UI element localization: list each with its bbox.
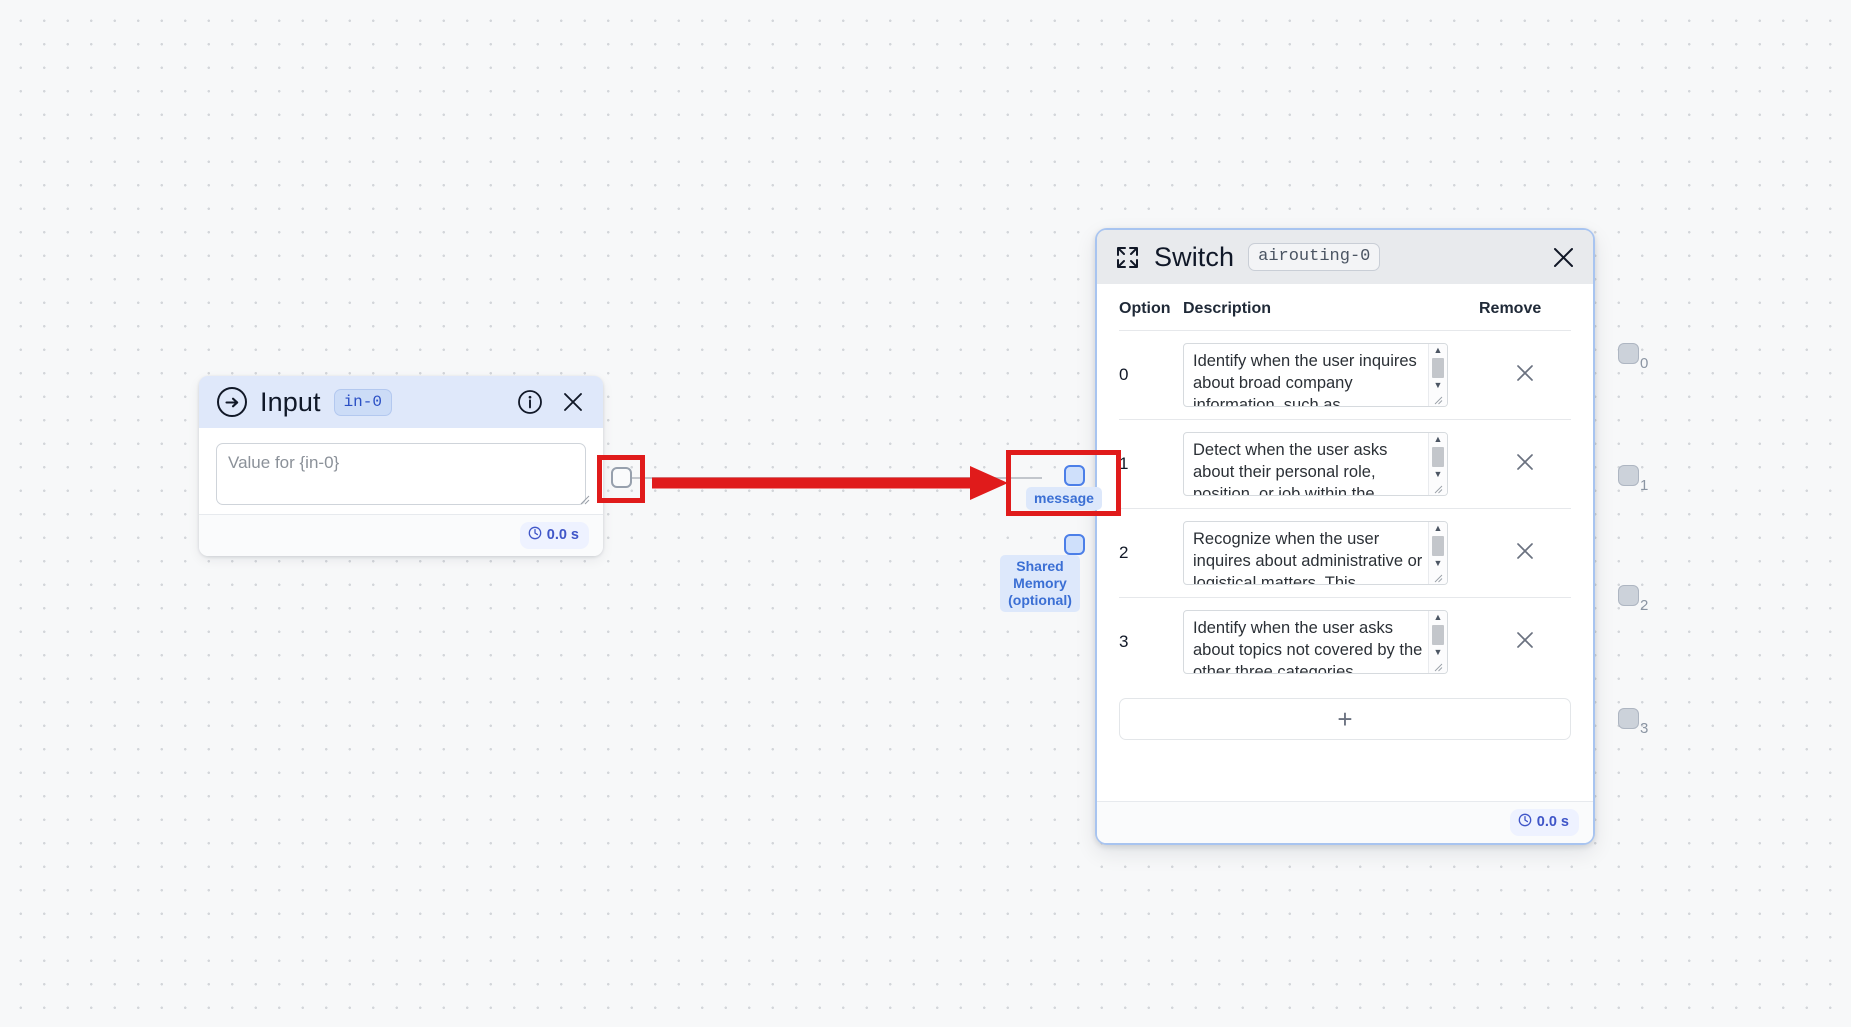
description-scrollbar[interactable]: ▲ ▼ — [1428, 522, 1447, 584]
remove-cell — [1479, 508, 1571, 598]
input-node-title: Input — [260, 386, 321, 417]
expand-icon[interactable] — [1115, 245, 1140, 270]
table-header-row: Option Description Remove — [1119, 300, 1571, 331]
workflow-canvas[interactable]: Input in-0 Value for {in-0} 0.0 s Switch… — [0, 0, 1851, 1027]
output-handle-3[interactable] — [1618, 708, 1639, 729]
input-node[interactable]: Input in-0 Value for {in-0} 0.0 s — [199, 376, 603, 556]
description-cell: Identify when the user asks about topics… — [1183, 597, 1479, 686]
scroll-up-icon[interactable]: ▲ — [1434, 346, 1443, 355]
remove-cell — [1479, 330, 1571, 420]
resize-grip-icon[interactable] — [1433, 484, 1443, 494]
input-node-body — [199, 428, 603, 510]
elapsed-time: 0.0 s — [546, 527, 579, 543]
add-option-button[interactable]: + — [1119, 698, 1571, 740]
switch-node-header: Switch airouting-0 — [1097, 230, 1593, 284]
scroll-down-icon[interactable]: ▼ — [1434, 381, 1443, 390]
plus-icon: + — [1337, 704, 1353, 734]
message-handle-highlight — [1006, 450, 1121, 516]
status-badge: 0.0 s — [1509, 809, 1579, 836]
description-textarea[interactable]: Identify when the user asks about topics… — [1183, 610, 1448, 674]
red-arrow-right — [652, 466, 1008, 500]
column-header-option: Option — [1119, 300, 1171, 317]
scrollbar-thumb[interactable] — [1432, 625, 1444, 645]
table-row: 0 Identify when the user inquires about b… — [1119, 330, 1571, 420]
output-handle-0[interactable] — [1618, 343, 1639, 364]
description-text: Recognize when the user inquires about a… — [1193, 530, 1423, 584]
resize-grip-icon[interactable] — [1433, 395, 1443, 405]
resize-grip-icon[interactable] — [1433, 662, 1443, 672]
scrollbar-thumb[interactable] — [1432, 536, 1444, 556]
output-handle-2[interactable] — [1618, 585, 1639, 606]
input-output-handle-highlight — [597, 455, 645, 503]
description-text: Identify when the user inquires about br… — [1193, 352, 1417, 406]
table-row: 1 Detect when the user asks about their p… — [1119, 419, 1571, 509]
switch-node-title: Switch — [1154, 241, 1235, 272]
column-header-remove: Remove — [1479, 300, 1542, 317]
clock-icon — [1518, 813, 1532, 831]
switch-node-footer: 0.0 s — [1097, 801, 1593, 843]
scroll-up-icon[interactable]: ▲ — [1434, 435, 1443, 444]
close-icon[interactable] — [1514, 629, 1536, 651]
description-cell: Detect when the user asks about their pe… — [1183, 419, 1479, 509]
scroll-up-icon[interactable]: ▲ — [1434, 524, 1443, 533]
description-cell: Identify when the user inquires about br… — [1183, 330, 1479, 420]
close-icon[interactable] — [1514, 362, 1536, 384]
close-icon[interactable] — [1514, 540, 1536, 562]
table-row: 3 Identify when the user asks about topic… — [1119, 597, 1571, 686]
option-number: 1 — [1119, 419, 1183, 509]
column-header-description: Description — [1183, 300, 1272, 317]
arrow-right-circle-icon — [217, 387, 247, 417]
output-handle-1-label: 1 — [1640, 477, 1649, 494]
elapsed-time: 0.0 s — [1536, 814, 1569, 830]
clock-icon — [528, 526, 542, 544]
status-badge: 0.0 s — [519, 522, 589, 549]
description-textarea[interactable]: Detect when the user asks about their pe… — [1183, 432, 1448, 496]
input-node-footer: 0.0 s — [199, 514, 603, 556]
value-input[interactable] — [216, 443, 586, 505]
description-scrollbar[interactable]: ▲ ▼ — [1428, 433, 1447, 495]
output-handle-3-label: 3 — [1640, 720, 1649, 737]
scroll-down-icon[interactable]: ▼ — [1434, 470, 1443, 479]
description-textarea[interactable]: Identify when the user inquires about br… — [1183, 343, 1448, 407]
remove-cell — [1479, 597, 1571, 686]
info-icon[interactable] — [517, 389, 543, 415]
output-handle-0-label: 0 — [1640, 355, 1649, 372]
scroll-down-icon[interactable]: ▼ — [1434, 559, 1443, 568]
close-icon[interactable] — [560, 389, 586, 415]
options-table: Option Description Remove 0 Identify when… — [1119, 300, 1571, 686]
description-textarea[interactable]: Recognize when the user inquires about a… — [1183, 521, 1448, 585]
switch-node-body: Option Description Remove 0 Identify when… — [1097, 284, 1593, 686]
switch-node[interactable]: Switch airouting-0 Option Description Re… — [1095, 228, 1595, 845]
input-node-header: Input in-0 — [199, 376, 603, 428]
scroll-up-icon[interactable]: ▲ — [1434, 613, 1443, 622]
option-number: 2 — [1119, 508, 1183, 598]
scroll-down-icon[interactable]: ▼ — [1434, 648, 1443, 657]
close-icon[interactable] — [1550, 244, 1577, 271]
switch-node-badge: airouting-0 — [1248, 243, 1381, 271]
description-scrollbar[interactable]: ▲ ▼ — [1428, 344, 1447, 406]
shared-memory-input-handle[interactable] — [1064, 534, 1085, 555]
option-number: 0 — [1119, 330, 1183, 420]
resize-grip-icon[interactable] — [1433, 573, 1443, 583]
remove-cell — [1479, 419, 1571, 509]
description-text: Identify when the user asks about topics… — [1193, 619, 1423, 673]
option-number: 3 — [1119, 597, 1183, 686]
table-row: 2 Recognize when the user inquires about … — [1119, 508, 1571, 598]
description-text: Detect when the user asks about their pe… — [1193, 441, 1388, 495]
output-handle-2-label: 2 — [1640, 597, 1649, 614]
scrollbar-thumb[interactable] — [1432, 447, 1444, 467]
description-cell: Recognize when the user inquires about a… — [1183, 508, 1479, 598]
shared-memory-handle-label: Shared Memory (optional) — [1000, 555, 1080, 612]
description-scrollbar[interactable]: ▲ ▼ — [1428, 611, 1447, 673]
output-handle-1[interactable] — [1618, 465, 1639, 486]
close-icon[interactable] — [1514, 451, 1536, 473]
scrollbar-thumb[interactable] — [1432, 358, 1444, 378]
input-node-badge: in-0 — [333, 388, 392, 416]
